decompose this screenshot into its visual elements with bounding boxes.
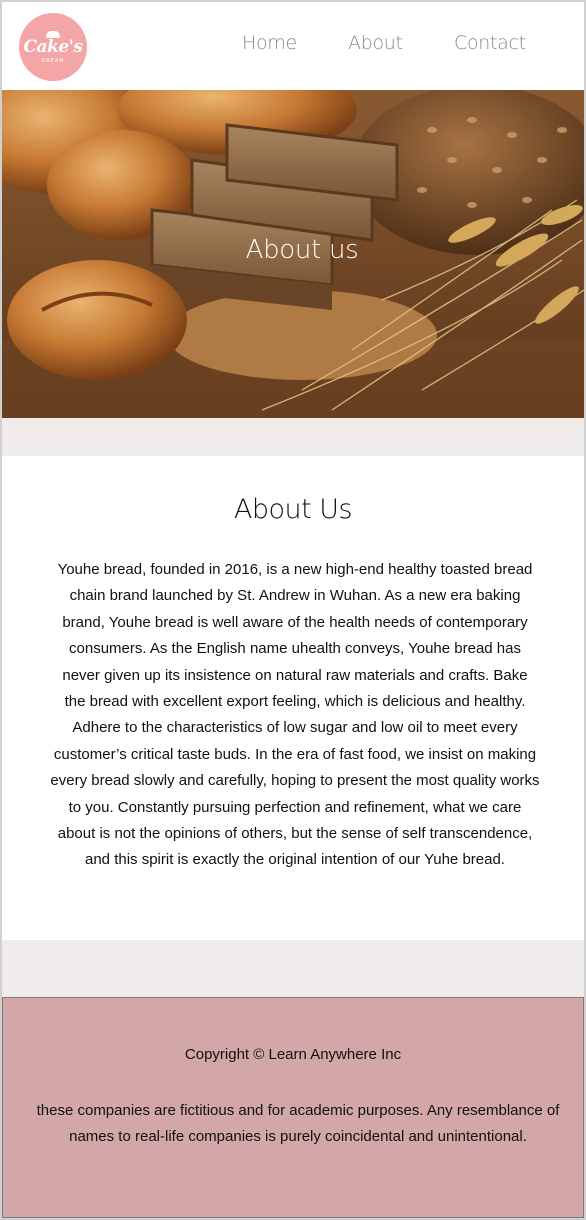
logo-subtitle: DREAM [41, 57, 65, 64]
nav-home-link[interactable]: Home [242, 32, 297, 54]
spacer-band [2, 418, 584, 456]
site-header: Cake's DREAM Home About Contact [2, 2, 584, 90]
about-heading: About Us [233, 494, 353, 525]
logo-wordmark: Cake's [23, 36, 83, 57]
hero-title: About us [245, 235, 359, 265]
nav-contact-link[interactable]: Contact [454, 32, 526, 54]
site-footer: Copyright © Learn Anywhere Inc these com… [2, 997, 584, 1218]
copyright-text: Copyright © Learn Anywhere Inc [184, 1046, 402, 1063]
disclaimer-text: these companies are fictitious and for a… [36, 1102, 560, 1145]
hero-banner: About us [2, 90, 584, 418]
about-section: About Us Youhe bread, founded in 2016, i… [2, 456, 584, 940]
about-paragraph: Youhe bread, founded in 2016, is a new h… [50, 561, 540, 869]
nav-about-link[interactable]: About [348, 32, 403, 54]
cakes-dream-logo[interactable]: Cake's DREAM [19, 13, 87, 81]
spacer-band [2, 940, 584, 997]
